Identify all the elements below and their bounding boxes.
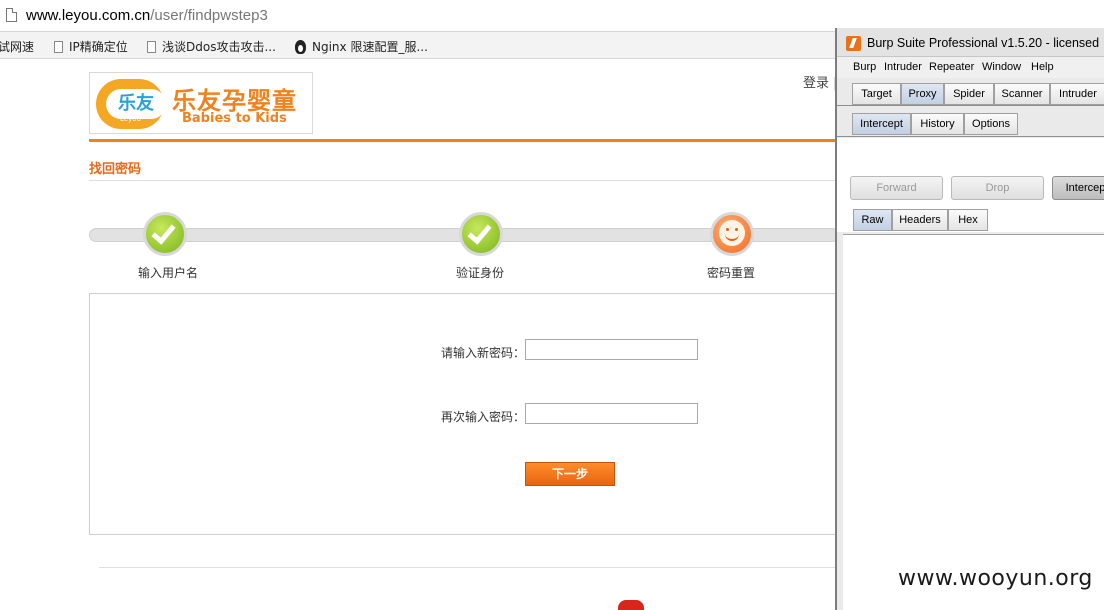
step-done-icon (143, 212, 187, 256)
step-label-username: 输入用户名 (138, 266, 199, 280)
menu-repeater[interactable]: Repeater (929, 61, 974, 73)
url-host: www.leyou.com.cn (26, 7, 151, 24)
url-path: /user/findpwstep3 (150, 7, 268, 24)
bookmark-ip-locate[interactable]: IP精确定位 (54, 38, 128, 55)
burp-menubar: Burp Intruder Repeater Window Help (837, 57, 1104, 78)
bookmark-label: 浅谈Ddos攻击攻击... (162, 40, 276, 54)
tab-intruder[interactable]: Intruder (1050, 83, 1104, 105)
footer-divider (99, 567, 839, 568)
logo-mark-sub: Leyou (120, 115, 141, 123)
forward-button[interactable]: Forward (850, 176, 943, 200)
tab-hex[interactable]: Hex (948, 209, 988, 231)
tab-proxy[interactable]: Proxy (901, 83, 944, 105)
page-icon (147, 41, 156, 53)
logo-english: Babies to Kids (182, 111, 287, 126)
new-password-input[interactable] (525, 339, 698, 360)
step-current-icon (710, 212, 754, 256)
tab-headers[interactable]: Headers (892, 209, 948, 231)
burp-suite-window: Burp Suite Professional v1.5.20 - licens… (835, 28, 1104, 610)
penguin-icon (295, 40, 306, 54)
menu-intruder[interactable]: Intruder (884, 61, 922, 73)
tab-target[interactable]: Target (852, 83, 901, 105)
request-editor[interactable] (843, 234, 1104, 610)
drop-button[interactable]: Drop (951, 176, 1044, 200)
tab-history[interactable]: History (911, 113, 964, 135)
intercept-actions-panel: Forward Drop Intercept Raw Headers Hex (837, 138, 1104, 232)
page-icon (6, 8, 17, 22)
bookmark-label: Nginx 限速配置_服... (312, 40, 428, 54)
bookmark-label: IP精确定位 (69, 40, 128, 54)
menu-burp[interactable]: Burp (853, 61, 876, 73)
burp-window-title: Burp Suite Professional v1.5.20 - licens… (867, 36, 1100, 50)
tab-divider (837, 136, 1104, 137)
tab-divider (837, 105, 1104, 106)
bookmark-nginx[interactable]: Nginx 限速配置_服... (295, 38, 428, 55)
page-icon (54, 41, 63, 53)
footer-badge-icon (618, 600, 644, 610)
new-password-label: 请输入新密码： (441, 346, 526, 360)
login-link[interactable]: 登录 | (803, 72, 838, 91)
bookmark-label: 测试网速 (0, 40, 35, 54)
tab-raw[interactable]: Raw (853, 209, 892, 231)
title-divider (89, 180, 839, 181)
confirm-password-label: 再次输入密码： (441, 410, 526, 424)
intercept-toggle-button[interactable]: Intercept (1052, 176, 1104, 200)
tab-options[interactable]: Options (964, 113, 1018, 135)
burp-logo-icon (846, 36, 861, 51)
next-step-button[interactable]: 下一步 (525, 462, 615, 486)
burp-titlebar[interactable]: Burp Suite Professional v1.5.20 - licens… (837, 28, 1104, 57)
tab-spider[interactable]: Spider (944, 83, 994, 105)
screenshot-root: www.leyou.com.cn/user/findpwstep3 测试网速 I… (0, 0, 1104, 610)
step-done-icon (459, 212, 503, 256)
step-label-verify: 验证身份 (456, 266, 505, 280)
tab-scanner[interactable]: Scanner (994, 83, 1050, 105)
menu-window[interactable]: Window (982, 61, 1021, 73)
header-divider (89, 139, 839, 142)
url-text[interactable]: www.leyou.com.cn/user/findpwstep3 (26, 7, 268, 24)
bookmark-speedtest[interactable]: 测试网速 (0, 38, 34, 55)
page-title: 找回密码 (89, 162, 142, 177)
smiley-icon (719, 220, 745, 246)
watermark-text: www.wooyun.org (898, 566, 1093, 591)
site-logo[interactable]: 乐友 Leyou 乐友孕婴童 Babies to Kids (89, 72, 313, 134)
check-icon (467, 219, 492, 245)
confirm-password-input[interactable] (525, 403, 698, 424)
bookmark-ddos[interactable]: 浅谈Ddos攻击攻击... (147, 38, 276, 55)
check-icon (151, 219, 176, 245)
tab-intercept[interactable]: Intercept (852, 113, 911, 135)
menu-help[interactable]: Help (1031, 61, 1054, 73)
step-label-reset: 密码重置 (707, 266, 756, 280)
